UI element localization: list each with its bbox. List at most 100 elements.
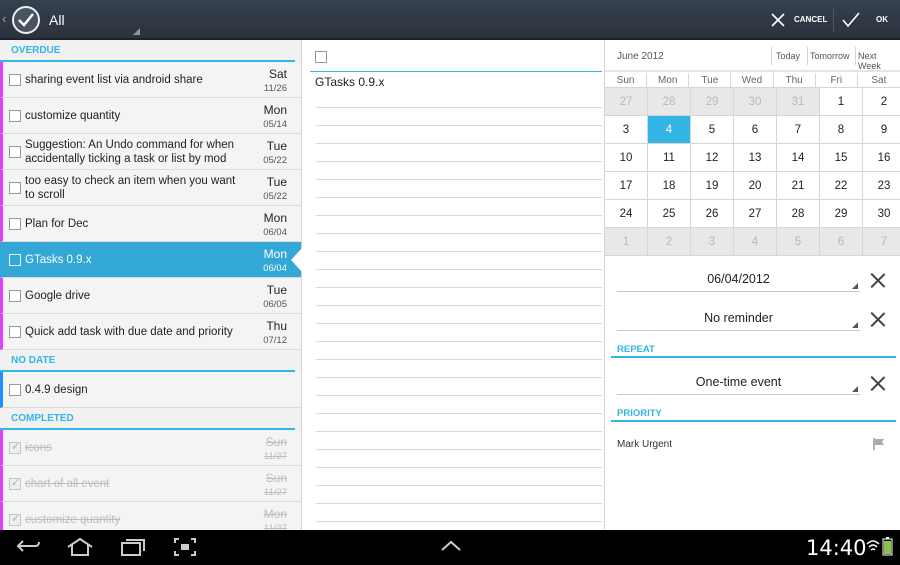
- calendar-day[interactable]: 16: [863, 144, 900, 172]
- calendar-day[interactable]: 4: [734, 228, 777, 256]
- chevron-up-icon[interactable]: [440, 540, 462, 552]
- calendar-day[interactable]: 13: [734, 144, 777, 172]
- clear-reminder-icon[interactable]: [870, 312, 886, 328]
- calendar-day[interactable]: 7: [777, 116, 820, 144]
- quick-date-tomorrow[interactable]: Tomorrow: [810, 51, 850, 61]
- calendar-day[interactable]: 14: [777, 144, 820, 172]
- calendar-day[interactable]: 29: [820, 200, 863, 228]
- task-row[interactable]: customize quantity Mon 11/27: [0, 502, 301, 530]
- clear-due-date-icon[interactable]: [870, 273, 886, 289]
- task-complete-checkbox[interactable]: [315, 51, 327, 63]
- due-date-spinner[interactable]: 06/04/2012: [617, 268, 860, 292]
- calendar-day[interactable]: 20: [734, 172, 777, 200]
- list-selector-title[interactable]: All: [49, 12, 65, 28]
- calendar-day[interactable]: 28: [648, 88, 691, 116]
- calendar-day[interactable]: 25: [648, 200, 691, 228]
- calendar-day[interactable]: 26: [691, 200, 734, 228]
- calendar-day[interactable]: 19: [691, 172, 734, 200]
- task-due-date: 06/05: [263, 299, 287, 310]
- calendar-day[interactable]: 30: [863, 200, 900, 228]
- task-title: Suggestion: An Undo command for when acc…: [25, 139, 235, 165]
- task-checkbox[interactable]: [9, 182, 21, 194]
- calendar-day[interactable]: 6: [820, 228, 863, 256]
- calendar-day[interactable]: 28: [777, 200, 820, 228]
- task-row[interactable]: chart of all event Sun 11/27: [0, 466, 301, 502]
- calendar-day[interactable]: 9: [863, 116, 900, 144]
- task-row[interactable]: Quick add task with due date and priorit…: [0, 314, 301, 350]
- calendar-day[interactable]: 8: [820, 116, 863, 144]
- calendar-day[interactable]: 5: [777, 228, 820, 256]
- calendar-day[interactable]: 30: [734, 88, 777, 116]
- calendar-day[interactable]: 11: [648, 144, 691, 172]
- task-checkbox[interactable]: [9, 476, 21, 490]
- home-icon[interactable]: [66, 537, 94, 557]
- task-title: icons: [25, 442, 52, 454]
- quick-date-next-week[interactable]: Next Week: [858, 51, 900, 71]
- task-checkbox[interactable]: [9, 254, 21, 266]
- task-checkbox[interactable]: [9, 146, 21, 158]
- calendar-day[interactable]: 24: [605, 200, 648, 228]
- calendar-day[interactable]: 10: [605, 144, 648, 172]
- calendar-day[interactable]: 2: [863, 88, 900, 116]
- calendar-day[interactable]: 21: [777, 172, 820, 200]
- app-check-icon[interactable]: [12, 6, 40, 34]
- calendar-day[interactable]: 3: [691, 228, 734, 256]
- repeat-spinner[interactable]: One-time event: [617, 371, 860, 395]
- back-chevron-icon[interactable]: ‹: [2, 11, 6, 26]
- task-due-date: 05/22: [263, 191, 287, 202]
- task-row[interactable]: Plan for Dec Mon 06/04: [0, 206, 301, 242]
- task-checkbox[interactable]: [9, 74, 21, 86]
- reminder-spinner[interactable]: No reminder: [617, 307, 860, 331]
- divider: [807, 47, 808, 65]
- clear-repeat-icon[interactable]: [870, 376, 886, 392]
- quick-date-today[interactable]: Today: [776, 51, 800, 61]
- calendar-day[interactable]: 1: [820, 88, 863, 116]
- screenshot-icon[interactable]: [173, 537, 197, 557]
- task-row[interactable]: icons Sun 11/27: [0, 430, 301, 466]
- task-row[interactable]: 0.4.9 design: [0, 372, 301, 408]
- task-title-field[interactable]: GTasks 0.9.x: [315, 75, 384, 89]
- task-checkbox[interactable]: [9, 440, 21, 454]
- calendar-day[interactable]: 7: [863, 228, 900, 256]
- calendar-day[interactable]: 6: [734, 116, 777, 144]
- calendar-day[interactable]: 29: [691, 88, 734, 116]
- flag-icon[interactable]: [873, 438, 885, 450]
- calendar-day[interactable]: 3: [605, 116, 648, 144]
- task-checkbox[interactable]: [9, 326, 21, 338]
- calendar-day[interactable]: 15: [820, 144, 863, 172]
- calendar-day[interactable]: 2: [648, 228, 691, 256]
- task-row[interactable]: GTasks 0.9.x Mon 06/04: [0, 242, 301, 278]
- task-title: GTasks 0.9.x: [25, 254, 92, 266]
- calendar-day[interactable]: 4: [648, 116, 691, 144]
- cancel-button[interactable]: CANCEL: [768, 0, 830, 40]
- calendar-day[interactable]: 1: [605, 228, 648, 256]
- task-checkbox[interactable]: [9, 218, 21, 230]
- mark-urgent-label[interactable]: Mark Urgent: [617, 439, 672, 450]
- calendar-day[interactable]: 22: [820, 172, 863, 200]
- calendar-day[interactable]: 31: [777, 88, 820, 116]
- task-notes-area[interactable]: [316, 90, 602, 530]
- calendar-day[interactable]: 18: [648, 172, 691, 200]
- task-row[interactable]: Suggestion: An Undo command for when acc…: [0, 134, 301, 170]
- task-checkbox[interactable]: [9, 110, 21, 122]
- task-row[interactable]: customize quantity Mon 05/14: [0, 98, 301, 134]
- calendar-day[interactable]: 27: [605, 88, 648, 116]
- task-row[interactable]: sharing event list via android share Sat 1…: [0, 62, 301, 98]
- ok-button[interactable]: OK: [838, 0, 898, 40]
- calendar-day[interactable]: 5: [691, 116, 734, 144]
- list-selector-dropdown-icon[interactable]: [133, 28, 140, 35]
- calendar-day[interactable]: 12: [691, 144, 734, 172]
- calendar-day[interactable]: 23: [863, 172, 900, 200]
- task-row[interactable]: Google drive Tue 06/05: [0, 278, 301, 314]
- battery-icon: [882, 537, 893, 556]
- dropdown-icon: [852, 322, 858, 328]
- task-due-date: 06/04: [263, 227, 287, 238]
- calendar-day[interactable]: 27: [734, 200, 777, 228]
- back-icon[interactable]: [15, 537, 41, 557]
- calendar-day[interactable]: 17: [605, 172, 648, 200]
- task-checkbox[interactable]: [9, 290, 21, 302]
- task-checkbox[interactable]: [9, 512, 21, 526]
- recent-apps-icon[interactable]: [120, 537, 146, 557]
- task-checkbox[interactable]: [9, 384, 21, 396]
- task-row[interactable]: too easy to check an item when you want …: [0, 170, 301, 206]
